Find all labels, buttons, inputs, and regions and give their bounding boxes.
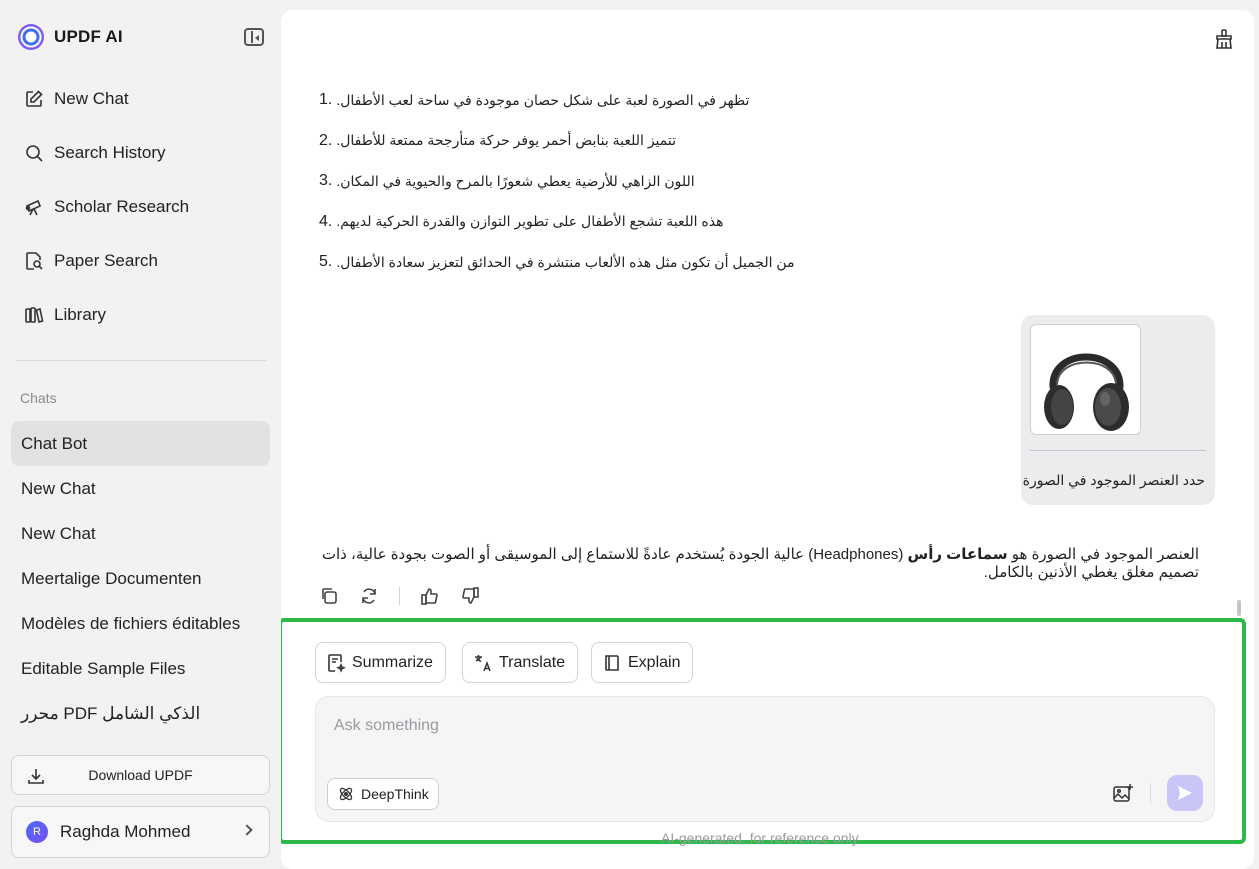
nav-label: Paper Search xyxy=(54,251,158,270)
chat-item[interactable]: Modèles de fichiers éditables xyxy=(11,601,270,646)
response-list: 1. تظهر في الصورة لعبة على شكل حصان موجود… xyxy=(319,80,1199,283)
ai-disclaimer: AI-generated, for reference only xyxy=(661,830,859,846)
updf-logo-icon xyxy=(18,24,44,50)
deepthink-toggle[interactable]: DeepThink xyxy=(327,778,439,810)
image-upload-icon[interactable] xyxy=(1112,782,1134,804)
sidebar-nav: New Chat Search History Scholar Research… xyxy=(0,72,280,342)
ask-input[interactable] xyxy=(334,717,1034,735)
download-icon xyxy=(28,769,44,784)
user-message-text: حدد العنصر الموجود في الصورة xyxy=(1022,472,1205,488)
document-search-icon xyxy=(26,252,43,270)
app-name: UPDF AI xyxy=(54,27,123,46)
summarize-button[interactable]: Summarize xyxy=(315,642,446,683)
clear-chat-broom-icon[interactable] xyxy=(1213,28,1235,50)
nav-item-new-chat[interactable]: New Chat xyxy=(0,72,280,126)
sidebar-divider xyxy=(16,360,266,361)
regenerate-icon[interactable] xyxy=(359,586,379,606)
edit-icon xyxy=(26,90,43,107)
nav-item-search-history[interactable]: Search History xyxy=(0,126,280,180)
chevron-right-icon xyxy=(241,824,253,836)
user-message-bubble: حدد العنصر الموجود في الصورة xyxy=(1021,315,1215,505)
explain-button[interactable]: Explain xyxy=(591,642,694,683)
translate-button[interactable]: Translate xyxy=(462,642,579,683)
headphones-image[interactable] xyxy=(1030,324,1141,435)
nav-item-library[interactable]: Library xyxy=(0,288,280,342)
chat-item[interactable]: Meertalige Documenten xyxy=(11,556,270,601)
thumbs-up-icon[interactable] xyxy=(420,586,440,606)
chat-item[interactable]: New Chat xyxy=(11,511,270,556)
brand[interactable]: UPDF AI xyxy=(18,24,123,50)
composer-divider xyxy=(1150,783,1151,803)
avatar: R xyxy=(26,821,48,843)
telescope-icon xyxy=(25,199,42,216)
nav-item-paper-search[interactable]: Paper Search xyxy=(0,234,280,288)
chats-heading: Chats xyxy=(20,390,57,406)
chat-main-panel: 1. تظهر في الصورة لعبة على شكل حصان موجود… xyxy=(281,10,1254,869)
thumbs-down-icon[interactable] xyxy=(460,586,480,606)
chat-item[interactable]: New Chat xyxy=(11,466,270,511)
library-icon xyxy=(25,307,44,324)
download-label: Download UPDF xyxy=(88,767,193,783)
summarize-icon xyxy=(328,653,346,673)
list-item: 3. اللون الزاهي للأرضية يعطي شعورًا بالمر… xyxy=(319,172,695,190)
list-item: 2. تتميز اللعبة بنابض أحمر يوفر حركة متأر… xyxy=(319,131,676,149)
composer: DeepThink xyxy=(315,696,1215,822)
search-icon xyxy=(26,145,43,162)
list-item: 5. من الجميل أن تكون مثل هذه الألعاب منتش… xyxy=(319,253,795,271)
download-updf-button[interactable]: Download UPDF xyxy=(11,755,270,795)
nav-label: Scholar Research xyxy=(54,197,190,216)
nav-label: Library xyxy=(54,305,106,324)
chat-item[interactable]: محرر PDF الذكي الشامل xyxy=(11,691,270,736)
actions-divider xyxy=(399,587,400,605)
translate-icon xyxy=(475,654,491,671)
answer-actions xyxy=(319,586,480,606)
nav-item-scholar-research[interactable]: Scholar Research xyxy=(0,180,280,234)
headphones-icon xyxy=(1044,353,1129,431)
nav-label: Search History xyxy=(54,143,166,162)
send-icon xyxy=(1178,786,1192,800)
nav-label: New Chat xyxy=(54,89,129,108)
sidebar: UPDF AI New Chat Search History Scholar … xyxy=(0,0,280,869)
chat-list: Chat Bot New Chat New Chat Meertalige Do… xyxy=(11,421,270,736)
chat-item-chat-bot[interactable]: Chat Bot xyxy=(11,421,270,466)
message-divider xyxy=(1030,450,1206,451)
chat-item[interactable]: Editable Sample Files xyxy=(11,646,270,691)
list-item: 1. تظهر في الصورة لعبة على شكل حصان موجود… xyxy=(319,91,750,109)
assistant-answer: العنصر الموجود في الصورة هو سماعات رأس (… xyxy=(321,546,1199,581)
collapse-sidebar-icon[interactable] xyxy=(244,28,264,46)
scrollbar-thumb[interactable] xyxy=(1237,600,1241,616)
atom-icon xyxy=(339,787,353,801)
copy-icon[interactable] xyxy=(319,586,339,606)
user-name: Raghda Mohmed xyxy=(60,822,191,841)
book-icon xyxy=(605,654,619,671)
send-button[interactable] xyxy=(1167,775,1203,811)
user-account-button[interactable]: R Raghda Mohmed xyxy=(11,806,270,858)
list-item: 4. هذه اللعبة تشجع الأطفال على تطوير التو… xyxy=(319,212,724,230)
input-panel-highlight: Summarize Translate Explain DeepThink xyxy=(281,618,1246,844)
